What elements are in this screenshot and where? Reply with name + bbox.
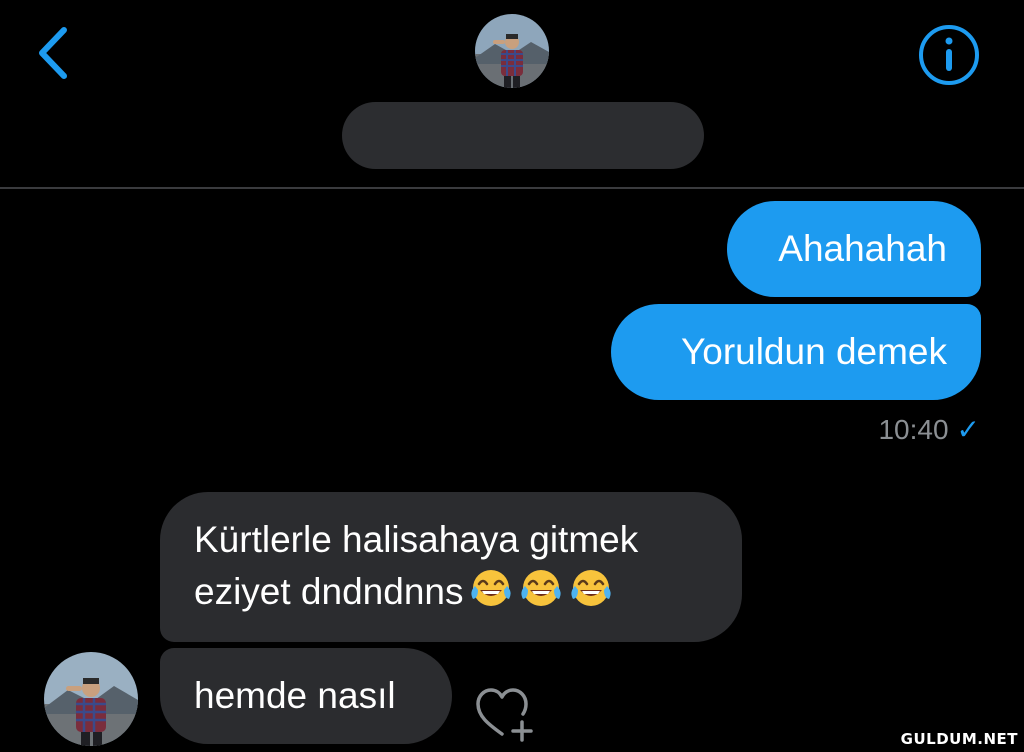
- sender-avatar[interactable]: [44, 652, 138, 746]
- avatar-photo: [44, 652, 138, 746]
- back-button[interactable]: [30, 24, 78, 82]
- message-text: hemde nasıl: [194, 675, 396, 716]
- face-with-tears-of-joy-icon: [471, 570, 512, 606]
- message-text-line: eziyet dndndnns: [194, 566, 742, 618]
- message-bubble-incoming[interactable]: Kürtlerle halisahaya gitmek eziyet dndnd…: [160, 492, 742, 642]
- heart-plus-icon: [476, 688, 533, 742]
- chevron-left-icon: [39, 27, 67, 79]
- header-divider: [0, 187, 1024, 189]
- message-bubble-outgoing[interactable]: Ahahahah: [727, 201, 981, 297]
- face-with-tears-of-joy-icon: [571, 570, 612, 606]
- message-bubble-incoming[interactable]: hemde nasıl: [160, 648, 452, 744]
- contact-avatar[interactable]: [475, 14, 549, 88]
- message-text-line: Kürtlerle halisahaya gitmek: [194, 519, 639, 560]
- message-bubble-outgoing[interactable]: Yoruldun demek: [611, 304, 981, 400]
- face-with-tears-of-joy-icon: [521, 570, 562, 606]
- message-timestamp: 10:40 ✓: [800, 410, 980, 450]
- message-text: eziyet dndndnns: [194, 571, 464, 612]
- avatar-photo: [475, 14, 549, 88]
- read-check-icon: ✓: [956, 414, 980, 445]
- react-button[interactable]: [474, 684, 538, 744]
- info-circle-icon: [919, 25, 979, 85]
- contact-name[interactable]: [342, 102, 704, 169]
- message-text: Yoruldun demek: [680, 331, 947, 372]
- timestamp-time: 10:40: [878, 414, 949, 445]
- message-text: Ahahahah: [778, 228, 947, 269]
- info-button[interactable]: [916, 22, 982, 88]
- watermark: GULDUM.NET: [900, 730, 1018, 748]
